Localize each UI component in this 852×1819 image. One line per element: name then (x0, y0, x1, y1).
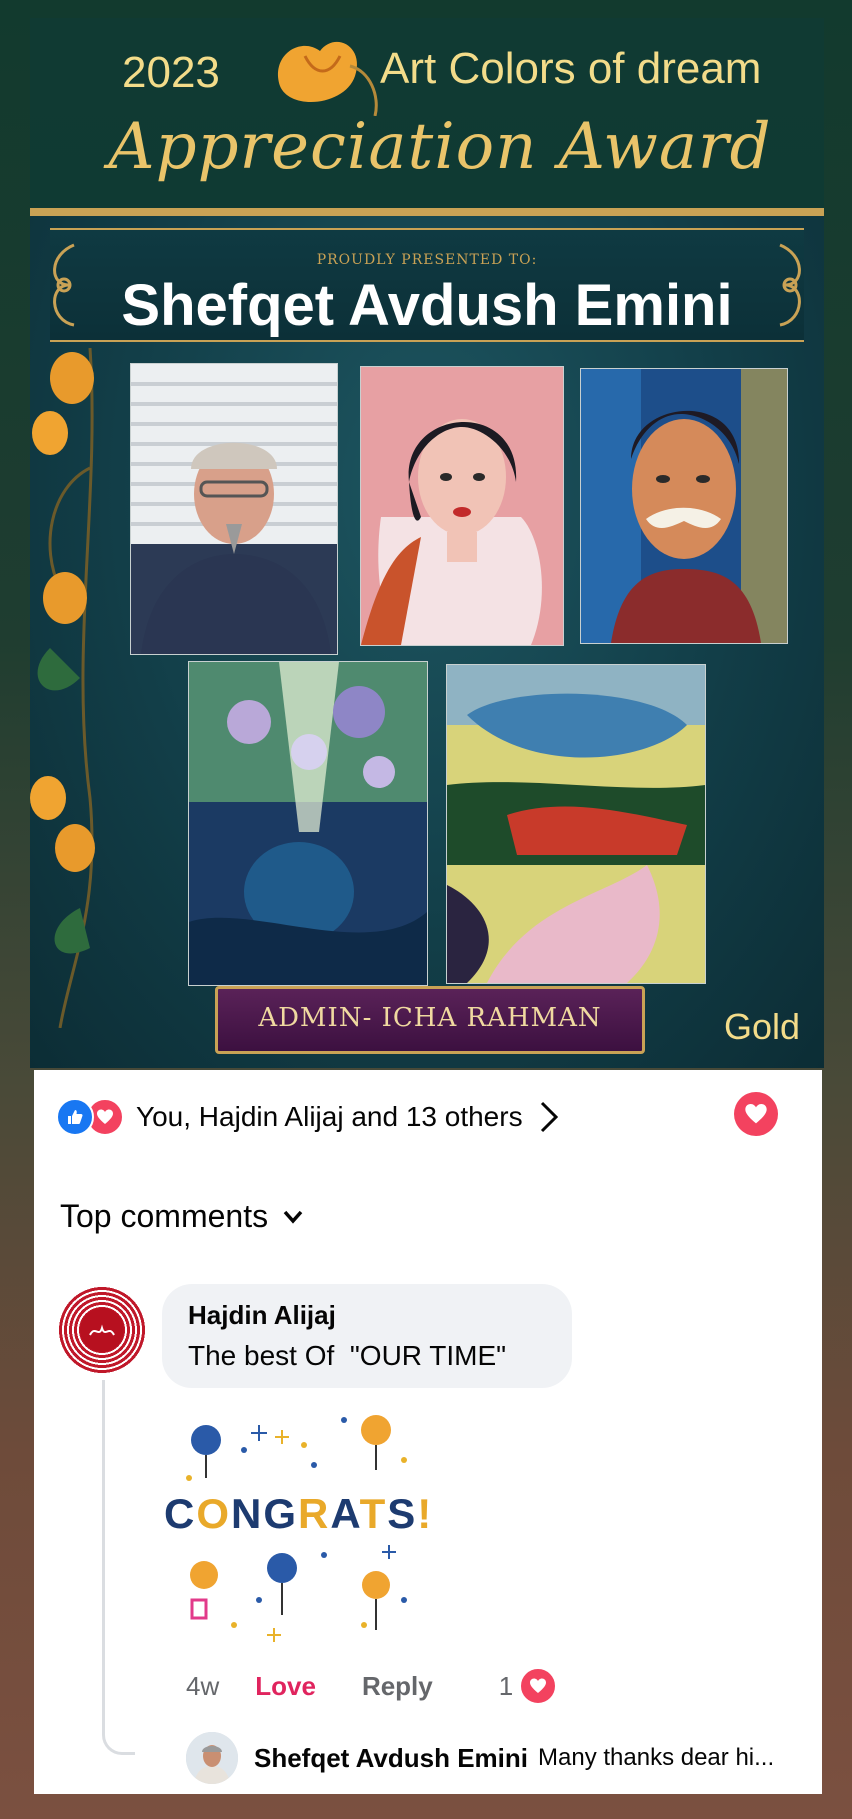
comment-bubble[interactable]: Hajdin Alijaj The best Of "OUR TIME" (162, 1284, 572, 1388)
love-reaction-button[interactable] (734, 1092, 778, 1136)
award-poster-image[interactable]: 2023 Art Colors of dream Appreciation Aw… (30, 18, 824, 1068)
honoree-name: Shefqet Avdush Emini (121, 273, 733, 338)
reply-text: Many thanks dear hi... (538, 1744, 775, 1771)
love-button[interactable]: Love (255, 1671, 316, 1702)
presented-label: PROUDLY PRESENTED TO: (316, 252, 538, 268)
admin-name: ADMIN- ICHA RAHMAN (258, 1003, 602, 1033)
painting-flowers (188, 661, 428, 986)
honoree-banner: PROUDLY PRESENTED TO: Shefqet Avdush Emi… (50, 228, 804, 342)
reactions-text: You, Hajdin Alijaj and 13 others (136, 1101, 523, 1132)
comment-time[interactable]: 4w (186, 1671, 219, 1702)
poster-brand: Art Colors of dream (380, 44, 762, 93)
painting-man-portrait (580, 368, 788, 644)
post-card: You, Hajdin Alijaj and 13 others Top com… (34, 1070, 822, 1794)
scroll-ornament-icon (779, 243, 801, 327)
sort-label: Top comments (60, 1198, 269, 1234)
reply-author[interactable]: Shefqet Avdush Emini (254, 1743, 528, 1774)
admin-banner: ADMIN- ICHA RAHMAN (215, 986, 645, 1054)
thread-line (102, 1380, 135, 1755)
comment-sort-dropdown[interactable]: Top comments (60, 1198, 304, 1235)
painting-landscape (446, 664, 706, 984)
comment-author[interactable]: Hajdin Alijaj (188, 1300, 336, 1331)
comment-actions: 4w Love Reply 1 (186, 1666, 558, 1706)
calligraphy-icon (80, 1308, 124, 1352)
avatar[interactable] (186, 1732, 238, 1784)
award-title: Appreciation Award (108, 110, 772, 184)
reply-preview[interactable]: Shefqet Avdush Emini Many thanks dear hi… (186, 1730, 774, 1786)
reaction-count[interactable]: 1 (499, 1671, 513, 1702)
poster-header: 2023 Art Colors of dream Appreciation Aw… (30, 18, 824, 216)
reply-button[interactable]: Reply (362, 1671, 433, 1702)
avatar[interactable] (58, 1286, 146, 1374)
tulip-decoration-icon (278, 41, 378, 116)
painting-woman-portrait (360, 366, 564, 646)
congrats-text: CONGRATS! (164, 1490, 434, 1537)
reactions-summary[interactable]: You, Hajdin Alijaj and 13 others (56, 1096, 561, 1138)
love-icon[interactable] (519, 1667, 558, 1705)
chevron-right-icon (540, 1101, 558, 1133)
heart-icon (745, 1104, 767, 1124)
congrats-sticker: CONGRATS! (164, 1400, 434, 1650)
award-level: Gold (724, 1006, 801, 1047)
comment-text: The best Of "OUR TIME" (188, 1340, 507, 1371)
tulip-border-icon (30, 348, 95, 1028)
like-icon (56, 1098, 94, 1136)
artist-photo (130, 363, 338, 655)
poster-year: 2023 (122, 48, 220, 97)
chevron-down-icon (283, 1210, 303, 1224)
